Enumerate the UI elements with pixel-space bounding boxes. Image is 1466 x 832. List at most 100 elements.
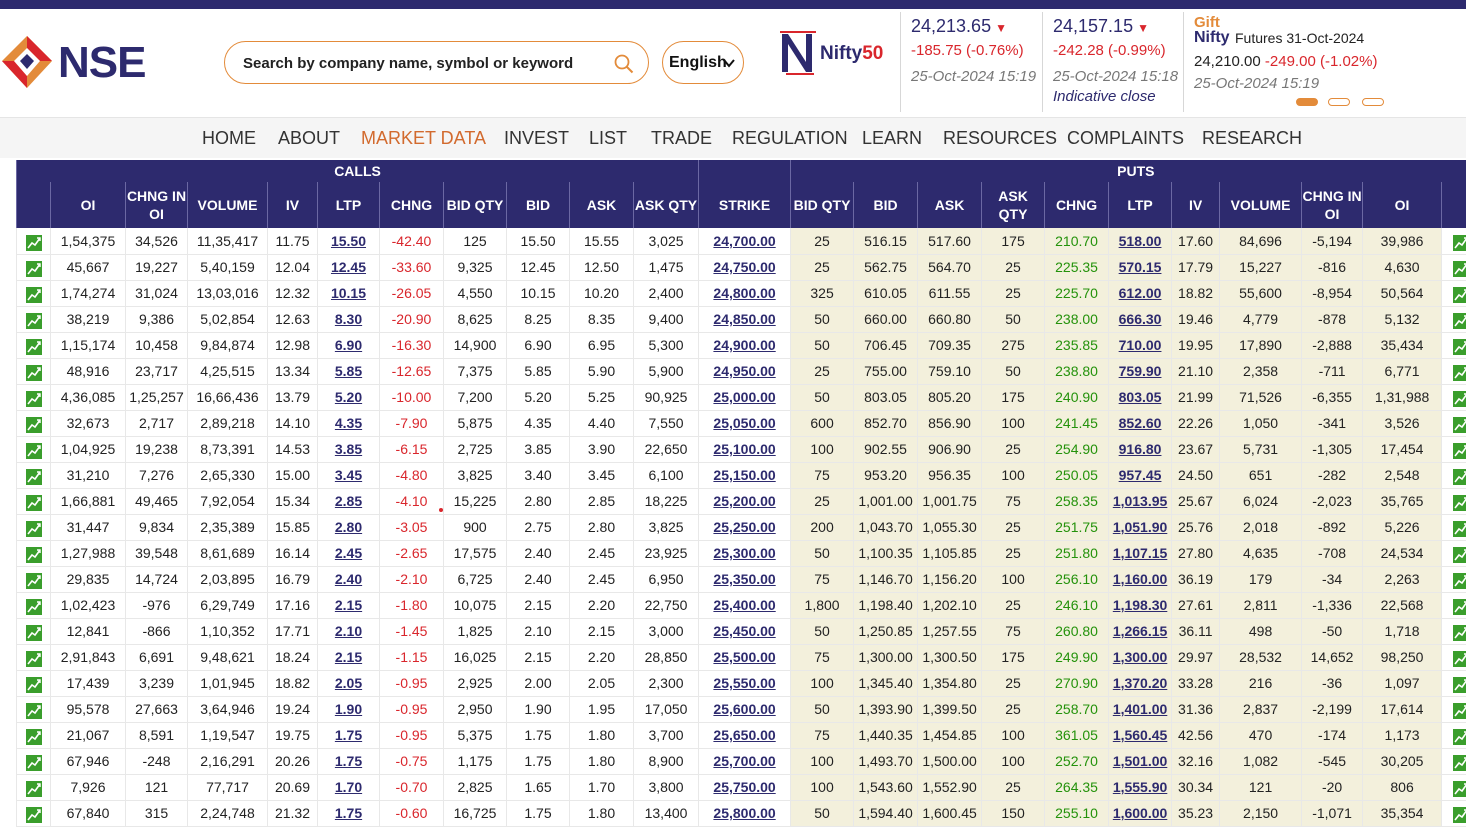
calls-ltp-cell[interactable]: 2.45 xyxy=(317,540,380,567)
ltp-link[interactable]: 710.00 xyxy=(1119,337,1162,353)
chart-icon[interactable] xyxy=(25,339,42,355)
strike-cell[interactable]: 25,000.00 xyxy=(698,384,791,411)
puts-chart-cell[interactable] xyxy=(1441,358,1466,385)
calls-ltp-cell[interactable]: 1.90 xyxy=(317,696,380,723)
puts-chart-cell[interactable] xyxy=(1441,332,1466,359)
ltp-link[interactable]: 4.35 xyxy=(335,415,362,431)
calls-chart-cell[interactable] xyxy=(16,644,51,671)
strike-link[interactable]: 25,700.00 xyxy=(713,753,775,769)
chart-icon[interactable] xyxy=(1453,781,1466,797)
calls-chng-in-oi-header[interactable]: CHNG IN OI xyxy=(125,182,188,228)
ticker-indicative[interactable]: 24,157.15 ▼ -242.28 (-0.99%) 25-Oct-2024 … xyxy=(1042,12,1182,112)
ltp-link[interactable]: 1,370.20 xyxy=(1113,675,1168,691)
puts-chart-cell[interactable] xyxy=(1441,618,1466,645)
puts-chart-cell[interactable] xyxy=(1441,774,1466,801)
calls-chart-cell[interactable] xyxy=(16,306,51,333)
ltp-link[interactable]: 1,013.95 xyxy=(1113,493,1168,509)
puts-ltp-cell[interactable]: 852.60 xyxy=(1108,410,1172,437)
puts-ltp-cell[interactable]: 1,198.30 xyxy=(1108,592,1172,619)
calls-chart-cell[interactable] xyxy=(16,566,51,593)
puts-ltp-cell[interactable]: 916.80 xyxy=(1108,436,1172,463)
puts-ltp-cell[interactable]: 803.05 xyxy=(1108,384,1172,411)
chart-icon[interactable] xyxy=(1453,365,1466,381)
puts-chart-cell[interactable] xyxy=(1441,384,1466,411)
chart-icon[interactable] xyxy=(1453,807,1466,823)
puts-chart-cell[interactable] xyxy=(1441,306,1466,333)
calls-chart-cell[interactable] xyxy=(16,358,51,385)
calls-oi-header[interactable]: OI xyxy=(50,182,126,228)
puts-chart-cell[interactable] xyxy=(1441,800,1466,827)
strike-cell[interactable]: 25,450.00 xyxy=(698,618,791,645)
puts-ltp-cell[interactable]: 1,300.00 xyxy=(1108,644,1172,671)
strike-link[interactable]: 25,100.00 xyxy=(713,441,775,457)
puts-ltp-cell[interactable]: 612.00 xyxy=(1108,280,1172,307)
strike-cell[interactable]: 25,350.00 xyxy=(698,566,791,593)
search-icon[interactable] xyxy=(614,54,634,74)
strike-link[interactable]: 25,550.00 xyxy=(713,675,775,691)
chart-icon[interactable] xyxy=(25,651,42,667)
calls-chart-cell[interactable] xyxy=(16,696,51,723)
calls-ltp-cell[interactable]: 5.85 xyxy=(317,358,380,385)
puts-chart-cell[interactable] xyxy=(1441,670,1466,697)
puts-ltp-cell[interactable]: 1,555.90 xyxy=(1108,774,1172,801)
strike-cell[interactable]: 25,500.00 xyxy=(698,644,791,671)
chart-icon[interactable] xyxy=(25,443,42,459)
ltp-link[interactable]: 2.85 xyxy=(335,493,362,509)
puts-chart-cell[interactable] xyxy=(1441,280,1466,307)
chart-icon[interactable] xyxy=(1453,703,1466,719)
calls-chng-header[interactable]: CHNG xyxy=(379,182,444,228)
strike-link[interactable]: 25,600.00 xyxy=(713,701,775,717)
carousel-dot[interactable] xyxy=(1328,98,1350,106)
chart-icon[interactable] xyxy=(25,521,42,537)
puts-chart-cell[interactable] xyxy=(1441,644,1466,671)
nav-invest[interactable]: INVEST xyxy=(504,128,569,149)
ltp-link[interactable]: 1,555.90 xyxy=(1113,779,1168,795)
ltp-link[interactable]: 1.75 xyxy=(335,805,362,821)
chart-icon[interactable] xyxy=(1453,234,1466,251)
calls-chart-cell[interactable] xyxy=(16,592,51,619)
puts-ask-qty-header[interactable]: ASK QTY xyxy=(981,182,1045,228)
strike-cell[interactable]: 25,150.00 xyxy=(698,462,791,489)
ticker-nifty50[interactable]: 24,213.65 ▼ -185.75 (-0.76%) 25-Oct-2024 … xyxy=(900,12,1040,112)
chart-icon[interactable] xyxy=(25,573,42,589)
puts-ltp-cell[interactable]: 1,107.15 xyxy=(1108,540,1172,567)
calls-ltp-cell[interactable]: 8.30 xyxy=(317,306,380,333)
strike-cell[interactable]: 24,950.00 xyxy=(698,358,791,385)
calls-chart-cell[interactable] xyxy=(16,254,51,281)
chart-icon[interactable] xyxy=(1453,625,1466,641)
calls-bid-qty-header[interactable]: BID QTY xyxy=(443,182,507,228)
chart-icon[interactable] xyxy=(1453,469,1466,485)
calls-ltp-cell[interactable]: 2.80 xyxy=(317,514,380,541)
strike-link[interactable]: 25,150.00 xyxy=(713,467,775,483)
language-select[interactable]: English xyxy=(662,41,744,84)
strike-cell[interactable]: 25,550.00 xyxy=(698,670,791,697)
ltp-link[interactable]: 957.45 xyxy=(1119,467,1162,483)
puts-ltp-cell[interactable]: 1,501.00 xyxy=(1108,748,1172,775)
puts-bid-qty-header[interactable]: BID QTY xyxy=(790,182,854,228)
chart-icon[interactable] xyxy=(25,677,42,693)
carousel-dot[interactable] xyxy=(1362,98,1384,106)
strike-link[interactable]: 25,750.00 xyxy=(713,779,775,795)
ltp-link[interactable]: 8.30 xyxy=(335,311,362,327)
chart-icon[interactable] xyxy=(1453,313,1466,329)
ltp-link[interactable]: 1.90 xyxy=(335,701,362,717)
calls-ltp-cell[interactable]: 2.15 xyxy=(317,644,380,671)
puts-ltp-cell[interactable]: 1,401.00 xyxy=(1108,696,1172,723)
puts-oi-header[interactable]: OI xyxy=(1362,182,1442,228)
chart-icon[interactable] xyxy=(25,547,42,563)
chart-icon[interactable] xyxy=(1453,391,1466,407)
puts-ltp-cell[interactable]: 1,600.00 xyxy=(1108,800,1172,827)
calls-ltp-cell[interactable]: 1.75 xyxy=(317,800,380,827)
nav-market-data[interactable]: MARKET DATA xyxy=(361,128,486,149)
chart-icon[interactable] xyxy=(1453,521,1466,537)
puts-chart-cell[interactable] xyxy=(1441,722,1466,749)
ltp-link[interactable]: 1,198.30 xyxy=(1113,597,1168,613)
calls-chart-cell[interactable] xyxy=(16,488,51,515)
strike-link[interactable]: 25,500.00 xyxy=(713,649,775,665)
strike-cell[interactable]: 25,750.00 xyxy=(698,774,791,801)
puts-chart-cell[interactable] xyxy=(1441,436,1466,463)
ltp-link[interactable]: 1.70 xyxy=(335,779,362,795)
calls-ltp-cell[interactable]: 10.15 xyxy=(317,280,380,307)
strike-cell[interactable]: 24,700.00 xyxy=(698,228,791,255)
calls-chart-cell[interactable] xyxy=(16,670,51,697)
